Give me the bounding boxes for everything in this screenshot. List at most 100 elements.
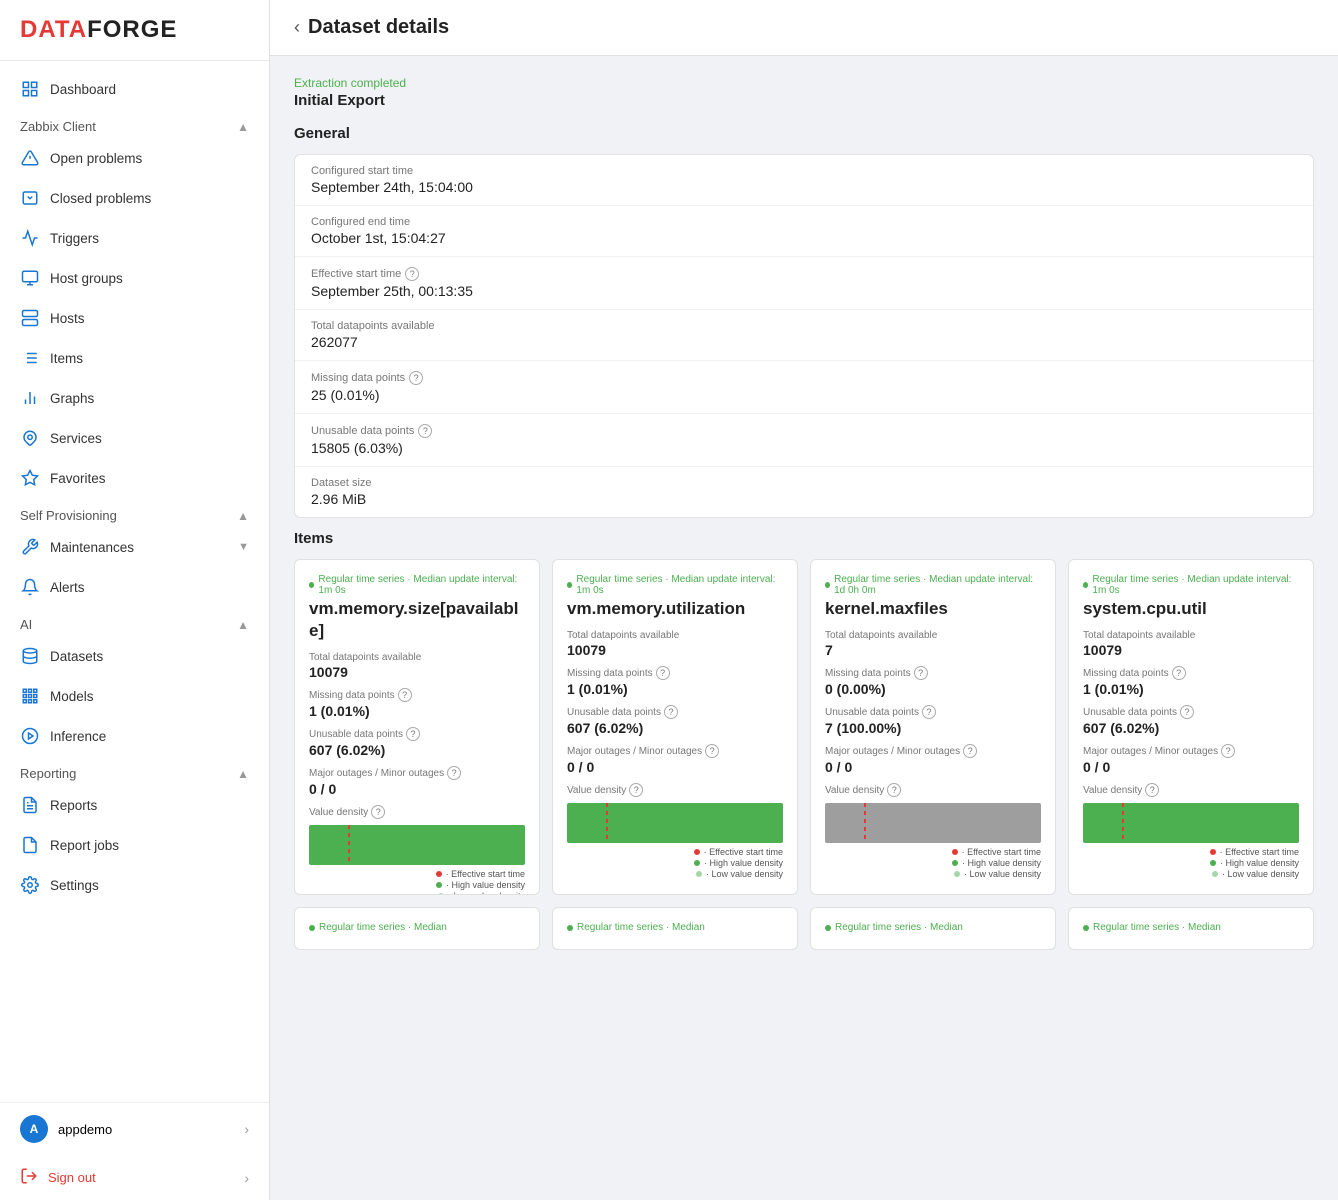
legend-low-0: · Low value density bbox=[309, 891, 525, 895]
sidebar-item-open-problems[interactable]: Open problems bbox=[0, 138, 269, 178]
item-total-dp-label-2: Total datapoints available bbox=[825, 630, 1041, 641]
item-missing-2: 0 (0.00%) bbox=[825, 681, 1041, 697]
outages-help-icon-1[interactable]: ? bbox=[705, 744, 719, 758]
unusable-help-icon-0[interactable]: ? bbox=[406, 727, 420, 741]
item-missing-1: 1 (0.01%) bbox=[567, 681, 783, 697]
sidebar-item-hosts[interactable]: Hosts bbox=[0, 298, 269, 338]
sidebar-item-datasets[interactable]: Datasets bbox=[0, 636, 269, 676]
sidebar-item-maintenances[interactable]: Maintenances ▼ bbox=[0, 527, 269, 567]
item-card-6: Regular time series · Median bbox=[810, 907, 1056, 950]
effective-start-row: Effective start time ? September 25th, 0… bbox=[295, 257, 1313, 310]
services-icon bbox=[20, 428, 40, 448]
item-unusable-label-0: Unusable data points ? bbox=[309, 727, 525, 741]
missing-help-icon-2[interactable]: ? bbox=[914, 666, 928, 680]
item-unusable-2: 7 (100.00%) bbox=[825, 720, 1041, 736]
ai-section-header[interactable]: AI ▲ bbox=[0, 607, 269, 636]
sidebar-item-favorites[interactable]: Favorites bbox=[0, 458, 269, 498]
extraction-status: Extraction completed bbox=[294, 76, 1314, 90]
item-missing-label-2: Missing data points ? bbox=[825, 666, 1041, 680]
legend-dot-lightgreen-2 bbox=[954, 871, 960, 877]
legend-dot-red-3 bbox=[1210, 849, 1216, 855]
sidebar-item-settings[interactable]: Settings bbox=[0, 865, 269, 905]
sidebar-item-host-groups[interactable]: Host groups bbox=[0, 258, 269, 298]
legend-dot-red-2 bbox=[952, 849, 958, 855]
density-help-icon-3[interactable]: ? bbox=[1145, 783, 1159, 797]
density-label-1: Value density ? bbox=[567, 783, 783, 797]
reporting-section-header[interactable]: Reporting ▲ bbox=[0, 756, 269, 785]
sidebar-item-report-jobs[interactable]: Report jobs bbox=[0, 825, 269, 865]
items-grid: Regular time series · Median update inte… bbox=[294, 559, 1314, 895]
sidebar-item-closed-problems[interactable]: Closed problems bbox=[0, 178, 269, 218]
unusable-dp-label: Unusable data points ? bbox=[311, 424, 1297, 438]
configured-start-label: Configured start time bbox=[311, 165, 1297, 177]
sidebar-item-reports[interactable]: Reports bbox=[0, 785, 269, 825]
sidebar-item-services[interactable]: Services bbox=[0, 418, 269, 458]
unusable-help-icon-2[interactable]: ? bbox=[922, 705, 936, 719]
favorites-label: Favorites bbox=[50, 471, 249, 486]
item-total-dp-3: 10079 bbox=[1083, 642, 1299, 658]
item-missing-0: 1 (0.01%) bbox=[309, 703, 525, 719]
sidebar-item-graphs[interactable]: Graphs bbox=[0, 378, 269, 418]
dataset-size-value: 2.96 MiB bbox=[311, 491, 1297, 507]
self-provisioning-chevron-icon: ▲ bbox=[237, 509, 249, 523]
graphs-label: Graphs bbox=[50, 391, 249, 406]
dataset-size-label: Dataset size bbox=[311, 477, 1297, 489]
missing-help-icon-1[interactable]: ? bbox=[656, 666, 670, 680]
effective-start-label: Effective start time ? bbox=[311, 267, 1297, 281]
outages-help-icon-0[interactable]: ? bbox=[447, 766, 461, 780]
configured-end-label: Configured end time bbox=[311, 216, 1297, 228]
sidebar-item-alerts[interactable]: Alerts bbox=[0, 567, 269, 607]
sidebar-item-dashboard[interactable]: Dashboard bbox=[0, 69, 269, 109]
unusable-help-icon-3[interactable]: ? bbox=[1180, 705, 1194, 719]
density-chart-1: · Effective start time · High value dens… bbox=[567, 803, 783, 858]
main-content: ‹ Dataset details Extraction completed I… bbox=[270, 0, 1338, 1200]
back-button[interactable]: ‹ bbox=[294, 17, 300, 38]
sidebar-item-inference[interactable]: Inference bbox=[0, 716, 269, 756]
open-problems-label: Open problems bbox=[50, 151, 249, 166]
outages-help-icon-3[interactable]: ? bbox=[1221, 744, 1235, 758]
legend-low-1: · Low value density bbox=[567, 869, 783, 879]
zabbix-section-header[interactable]: Zabbix Client ▲ bbox=[0, 109, 269, 138]
item-total-dp-label-1: Total datapoints available bbox=[567, 630, 783, 641]
item-outages-3: 0 / 0 bbox=[1083, 759, 1299, 775]
closed-problems-icon bbox=[20, 188, 40, 208]
item-name-0: vm.memory.size[pavailable] bbox=[309, 598, 525, 642]
item-total-dp-2: 7 bbox=[825, 642, 1041, 658]
dashboard-icon bbox=[20, 79, 40, 99]
export-name: Initial Export bbox=[294, 92, 1314, 109]
missing-help-icon-3[interactable]: ? bbox=[1172, 666, 1186, 680]
signout-arrow-icon: › bbox=[244, 1170, 249, 1186]
outages-help-icon-2[interactable]: ? bbox=[963, 744, 977, 758]
logo-data: DATA bbox=[20, 16, 87, 43]
item-type-label-1: Regular time series · Median update inte… bbox=[567, 574, 783, 596]
legend-dot-green-1 bbox=[694, 860, 700, 866]
total-datapoints-value: 262077 bbox=[311, 334, 1297, 350]
signout-item[interactable]: Sign out › bbox=[0, 1155, 269, 1200]
sidebar-item-models[interactable]: Models bbox=[0, 676, 269, 716]
legend-dot-green-0 bbox=[436, 882, 442, 888]
density-help-icon-2[interactable]: ? bbox=[887, 783, 901, 797]
item-type-label-2: Regular time series · Median update inte… bbox=[825, 574, 1041, 596]
density-help-icon-0[interactable]: ? bbox=[371, 805, 385, 819]
legend-high-1: · High value density bbox=[567, 858, 783, 868]
user-item[interactable]: A appdemo › bbox=[0, 1103, 269, 1155]
legend-dot-green-3 bbox=[1210, 860, 1216, 866]
triggers-label: Triggers bbox=[50, 231, 249, 246]
unusable-dp-help-icon[interactable]: ? bbox=[418, 424, 432, 438]
effective-start-help-icon[interactable]: ? bbox=[405, 267, 419, 281]
closed-problems-label: Closed problems bbox=[50, 191, 249, 206]
unusable-help-icon-1[interactable]: ? bbox=[664, 705, 678, 719]
density-help-icon-1[interactable]: ? bbox=[629, 783, 643, 797]
missing-help-icon-0[interactable]: ? bbox=[398, 688, 412, 702]
missing-dp-help-icon[interactable]: ? bbox=[409, 371, 423, 385]
inference-icon bbox=[20, 726, 40, 746]
username-label: appdemo bbox=[58, 1122, 112, 1137]
sidebar-item-items[interactable]: Items bbox=[0, 338, 269, 378]
items-label: Items bbox=[50, 351, 249, 366]
self-provisioning-header[interactable]: Self Provisioning ▲ bbox=[0, 498, 269, 527]
item-unusable-0: 607 (6.02%) bbox=[309, 742, 525, 758]
graphs-icon bbox=[20, 388, 40, 408]
legend-high-2: · High value density bbox=[825, 858, 1041, 868]
item-type-dot-6 bbox=[825, 925, 831, 931]
sidebar-item-triggers[interactable]: Triggers bbox=[0, 218, 269, 258]
